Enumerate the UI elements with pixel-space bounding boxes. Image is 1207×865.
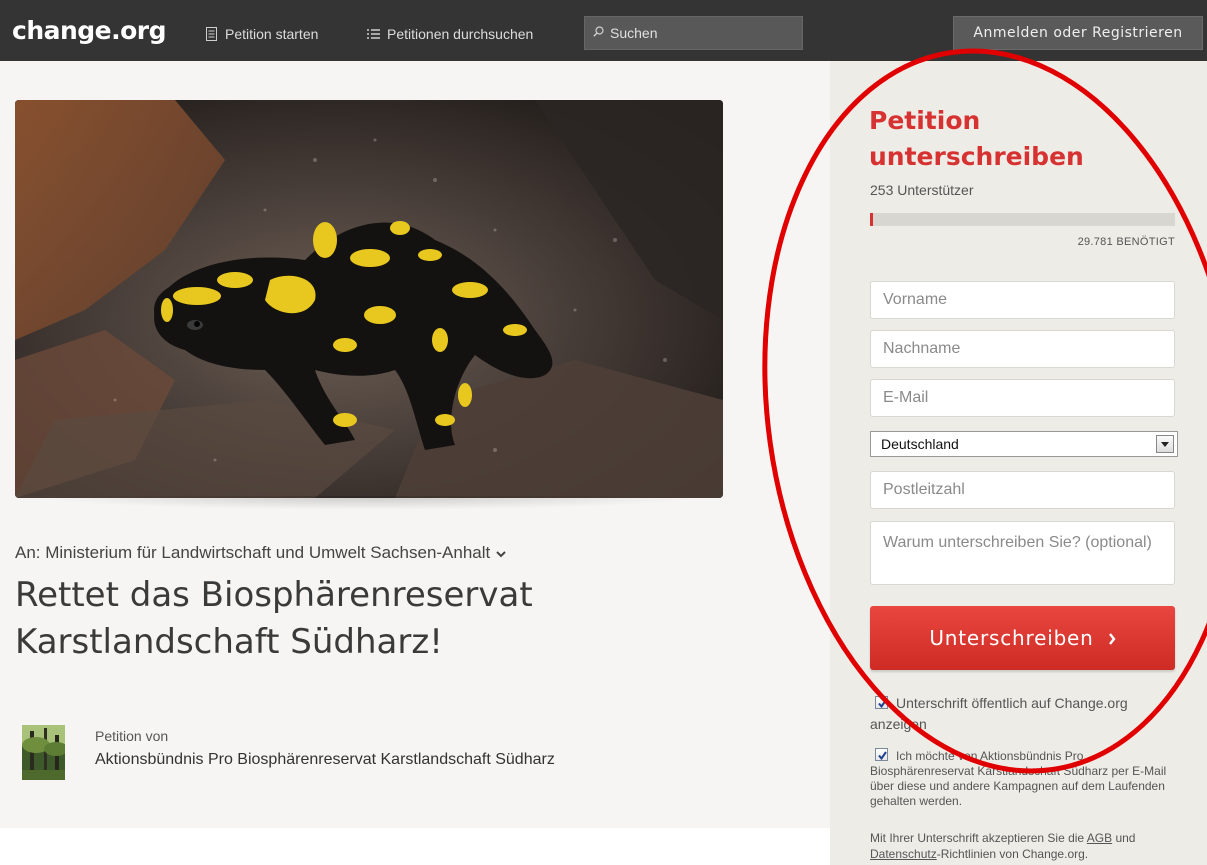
top-navigation-bar: change.org Petition starten Petitionen d…	[0, 0, 1207, 61]
public-signature-label: Unterschrift öffentlich auf Change.org a…	[870, 695, 1128, 732]
country-select-value: Deutschland	[881, 436, 959, 452]
search-input[interactable]	[610, 25, 790, 41]
login-register-button[interactable]: Anmelden oder Registrieren	[953, 16, 1203, 50]
list-icon	[367, 28, 380, 40]
nav-start-label: Petition starten	[225, 26, 319, 42]
sign-heading: Petition unterschreiben	[869, 106, 1084, 171]
signature-progress-bar	[870, 213, 1175, 226]
terms-and: und	[1115, 831, 1136, 845]
postal-code-field[interactable]	[870, 471, 1175, 509]
privacy-link[interactable]: Datenschutz	[870, 847, 937, 861]
fire-salamander-photo	[15, 100, 723, 498]
dropdown-arrow-icon[interactable]	[1156, 435, 1174, 453]
public-signature-option[interactable]: Unterschrift öffentlich auf Change.org a…	[870, 693, 1180, 735]
agb-link[interactable]: AGB	[1087, 831, 1112, 845]
petition-target[interactable]: An: Ministerium für Landwirtschaft und U…	[15, 543, 506, 563]
nav-start-petition[interactable]: Petition starten	[205, 26, 318, 42]
firstname-field[interactable]	[870, 281, 1175, 319]
country-select[interactable]: Deutschland	[870, 431, 1178, 457]
reason-textarea[interactable]	[870, 521, 1175, 585]
sign-button-label: Unterschreiben	[929, 626, 1094, 650]
search-icon	[593, 24, 604, 42]
signature-progress-fill	[870, 213, 873, 226]
email-field[interactable]	[870, 379, 1175, 417]
chevron-down-icon	[496, 543, 506, 563]
nav-browse-label: Petitionen durchsuchen	[387, 26, 534, 42]
document-icon	[205, 27, 218, 41]
email-updates-option[interactable]: Ich möchte von Aktionsbündnis Pro Biosph…	[870, 748, 1180, 809]
terms-notice: Mit Ihrer Unterschrift akzeptieren Sie d…	[870, 830, 1190, 862]
supporter-count: 253 Unterstützer	[870, 182, 974, 198]
email-updates-checkbox[interactable]	[875, 748, 888, 761]
author-name[interactable]: Aktionsbündnis Pro Biosphärenreservat Ka…	[95, 751, 555, 769]
petition-hero-image	[15, 100, 723, 498]
sign-button[interactable]: Unterschreiben	[870, 606, 1175, 670]
change-org-logo[interactable]: change.org	[12, 16, 167, 45]
terms-prefix: Mit Ihrer Unterschrift akzeptieren Sie d…	[870, 831, 1085, 845]
chevron-right-icon	[1108, 626, 1116, 650]
petition-target-text: An: Ministerium für Landwirtschaft und U…	[15, 543, 491, 562]
email-updates-label: Ich möchte von Aktionsbündnis Pro Biosph…	[870, 749, 1167, 808]
public-signature-checkbox[interactable]	[875, 696, 888, 709]
petition-title: Rettet das Biosphärenreservat Karstlands…	[15, 575, 533, 662]
author-label: Petition von	[95, 728, 169, 744]
signatures-needed: 29.781 BENÖTIGT	[1077, 236, 1175, 248]
terms-suffix: -Richtlinien von Change.org.	[936, 847, 1089, 861]
author-avatar	[22, 725, 65, 780]
lastname-field[interactable]	[870, 330, 1175, 368]
search-box[interactable]	[584, 16, 803, 50]
nav-browse-petitions[interactable]: Petitionen durchsuchen	[367, 26, 533, 42]
hero-shadow	[30, 496, 708, 510]
